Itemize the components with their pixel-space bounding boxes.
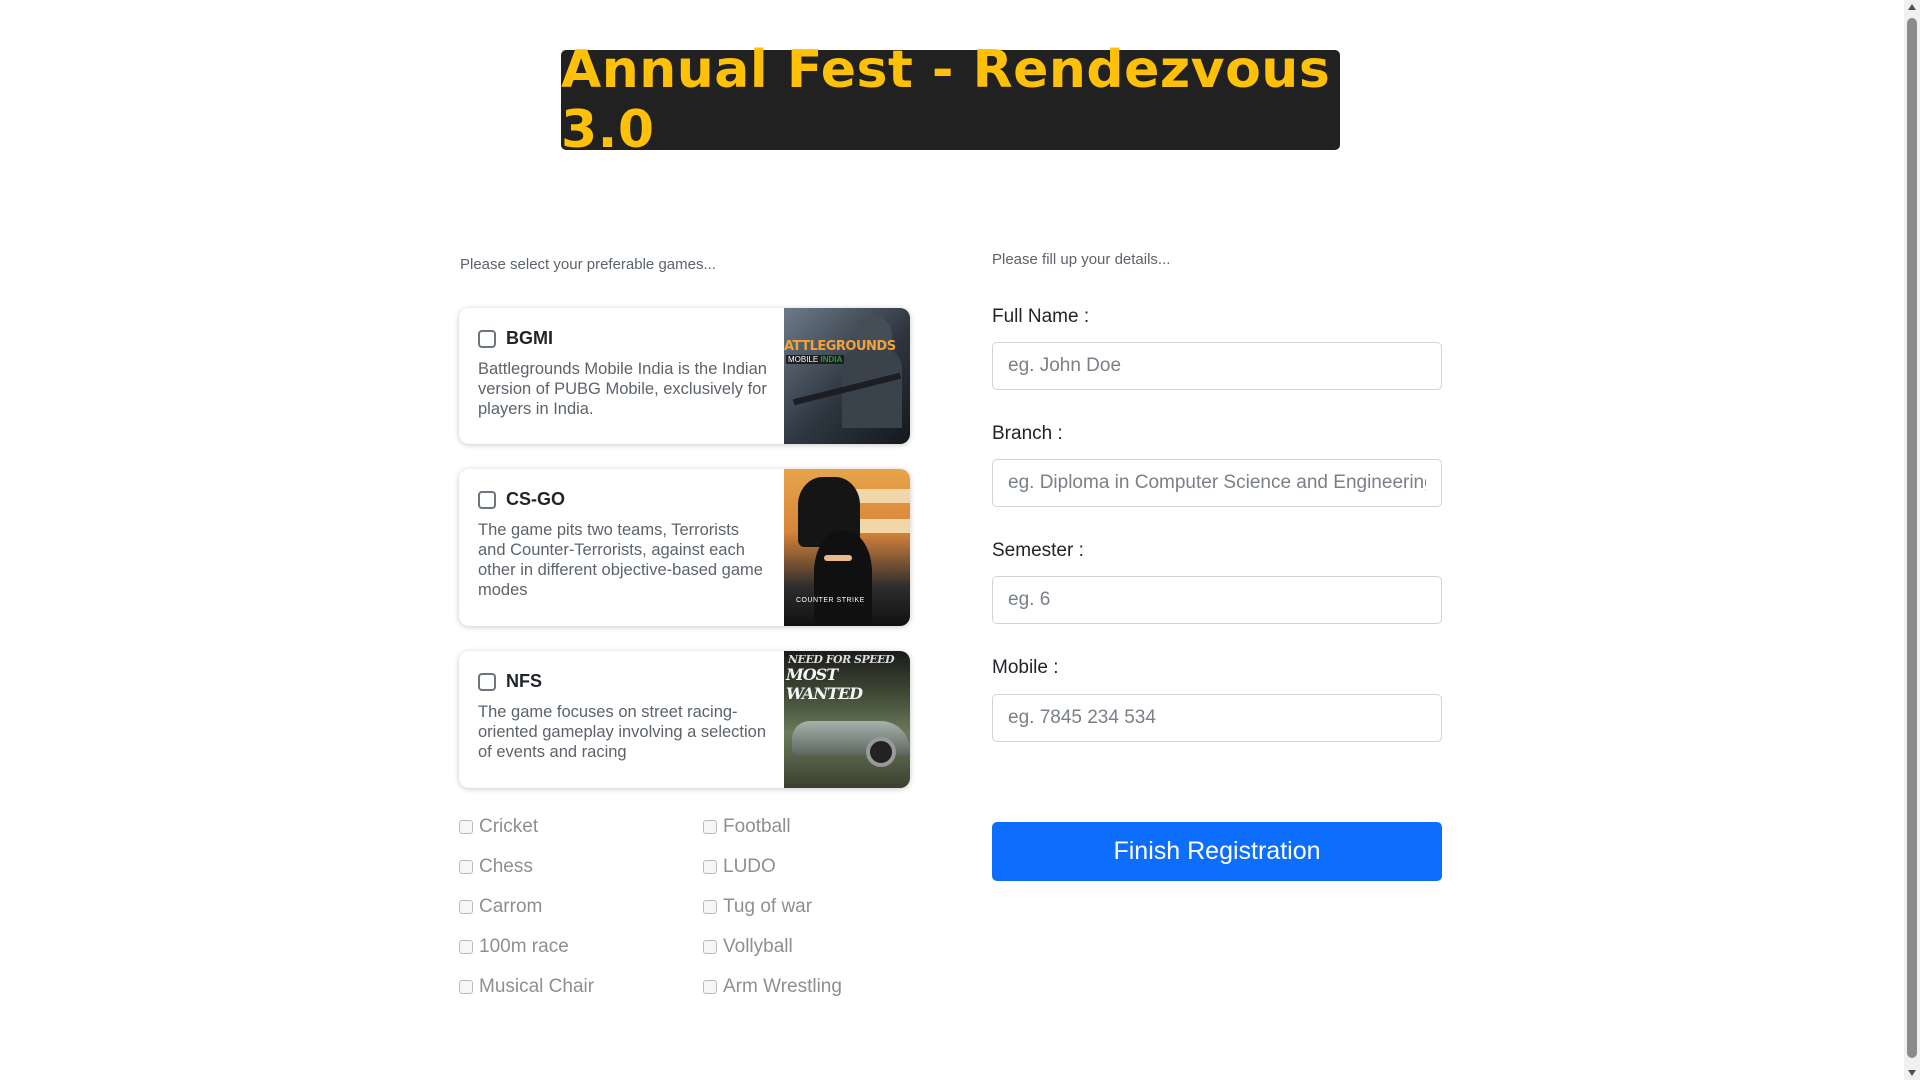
semester-input[interactable] xyxy=(992,576,1442,624)
image-logo: COUNTER STRIKE xyxy=(796,597,865,604)
option-label: Cricket xyxy=(479,816,539,837)
card-title: CS-GO xyxy=(506,489,566,509)
bgmi-checkbox[interactable] xyxy=(478,329,496,348)
vollyball-checkbox[interactable] xyxy=(703,940,717,954)
image-subtitle: MOST WANTED xyxy=(786,665,863,703)
option-chess[interactable]: Chess xyxy=(459,856,533,878)
option-arm-wrestling[interactable]: Arm Wrestling xyxy=(703,976,842,998)
csgo-image: COUNTER STRIKE xyxy=(784,469,910,626)
scroll-up-arrow-icon[interactable] xyxy=(1908,4,1916,10)
csgo-checkbox[interactable] xyxy=(478,490,496,509)
mobile-label: Mobile : xyxy=(992,657,1059,678)
option-tug-of-war[interactable]: Tug of war xyxy=(703,896,812,918)
full-name-label: Full Name : xyxy=(992,306,1090,327)
chess-checkbox[interactable] xyxy=(459,860,473,874)
nfs-image: NEED FOR SPEED MOST WANTED xyxy=(784,651,910,788)
image-subtitle-india: INDIA xyxy=(820,355,843,364)
option-label: Chess xyxy=(479,856,533,877)
image-subtitle-mobile: MOBILE xyxy=(788,355,819,364)
game-card-bgmi[interactable]: BGMI Battlegrounds Mobile India is the I… xyxy=(459,308,910,444)
image-title: ATTLEGROUNDS xyxy=(784,339,896,354)
card-description: The game pits two teams, Terrorists and … xyxy=(478,521,763,599)
branch-input[interactable] xyxy=(992,459,1442,507)
100m-race-checkbox[interactable] xyxy=(459,940,473,954)
page-title: Annual Fest - Rendezvous 3.0 xyxy=(561,40,1331,160)
header-banner: Annual Fest - Rendezvous 3.0 xyxy=(561,40,1340,160)
card-head: BGMI xyxy=(478,328,768,349)
option-label: Musical Chair xyxy=(479,976,595,997)
finish-registration-button[interactable]: Finish Registration xyxy=(992,822,1442,881)
branch-label: Branch : xyxy=(992,423,1063,444)
option-label: 100m race xyxy=(479,936,569,957)
cricket-checkbox[interactable] xyxy=(459,820,473,834)
card-head: CS-GO xyxy=(478,489,768,510)
vertical-scrollbar[interactable] xyxy=(1904,0,1920,1080)
full-name-input[interactable] xyxy=(992,342,1442,390)
card-head: NFS xyxy=(478,671,768,692)
card-description: The game focuses on street racing-orient… xyxy=(478,703,767,761)
scroll-down-arrow-icon[interactable] xyxy=(1908,1070,1916,1076)
option-musical-chair[interactable]: Musical Chair xyxy=(459,976,594,998)
carrom-checkbox[interactable] xyxy=(459,900,473,914)
page: Annual Fest - Rendezvous 3.0 Please sele… xyxy=(0,0,1920,1080)
image-subtitle: MOBILE INDIA xyxy=(786,355,845,364)
musical-chair-checkbox[interactable] xyxy=(459,980,473,994)
game-card-nfs[interactable]: NFS The game focuses on street racing-or… xyxy=(459,651,910,788)
card-title: BGMI xyxy=(506,328,553,348)
option-label: Carrom xyxy=(479,896,543,917)
option-label: Football xyxy=(723,816,791,837)
arm-wrestling-checkbox[interactable] xyxy=(703,980,717,994)
card-body: BGMI Battlegrounds Mobile India is the I… xyxy=(459,308,784,444)
games-hint: Please select your preferable games... xyxy=(460,256,716,273)
option-100m-race[interactable]: 100m race xyxy=(459,936,569,958)
ludo-checkbox[interactable] xyxy=(703,860,717,874)
card-body: NFS The game focuses on street racing-or… xyxy=(459,651,784,788)
option-cricket[interactable]: Cricket xyxy=(459,816,538,838)
option-label: Arm Wrestling xyxy=(723,976,842,997)
option-carrom[interactable]: Carrom xyxy=(459,896,542,918)
option-label: Vollyball xyxy=(723,936,793,957)
football-checkbox[interactable] xyxy=(703,820,717,834)
option-football[interactable]: Football xyxy=(703,816,791,838)
game-card-csgo[interactable]: CS-GO The game pits two teams, Terrorist… xyxy=(459,469,910,626)
card-body: CS-GO The game pits two teams, Terrorist… xyxy=(459,469,784,626)
mobile-input[interactable] xyxy=(992,694,1442,742)
details-hint: Please fill up your details... xyxy=(992,251,1171,268)
nfs-checkbox[interactable] xyxy=(478,672,496,691)
card-title: NFS xyxy=(506,671,542,691)
terrorist-shape xyxy=(814,531,872,623)
semester-label: Semester : xyxy=(992,540,1084,561)
option-label: Tug of war xyxy=(723,896,813,917)
tug-of-war-checkbox[interactable] xyxy=(703,900,717,914)
bgmi-image: ATTLEGROUNDS MOBILE INDIA xyxy=(784,308,910,444)
mask-eyes-shape xyxy=(824,555,852,561)
option-vollyball[interactable]: Vollyball xyxy=(703,936,793,958)
card-description: Battlegrounds Mobile India is the Indian… xyxy=(478,360,767,418)
option-ludo[interactable]: LUDO xyxy=(703,856,776,878)
wheel-shape xyxy=(866,737,896,767)
scroll-thumb[interactable] xyxy=(1907,18,1917,1058)
option-label: LUDO xyxy=(723,856,776,877)
